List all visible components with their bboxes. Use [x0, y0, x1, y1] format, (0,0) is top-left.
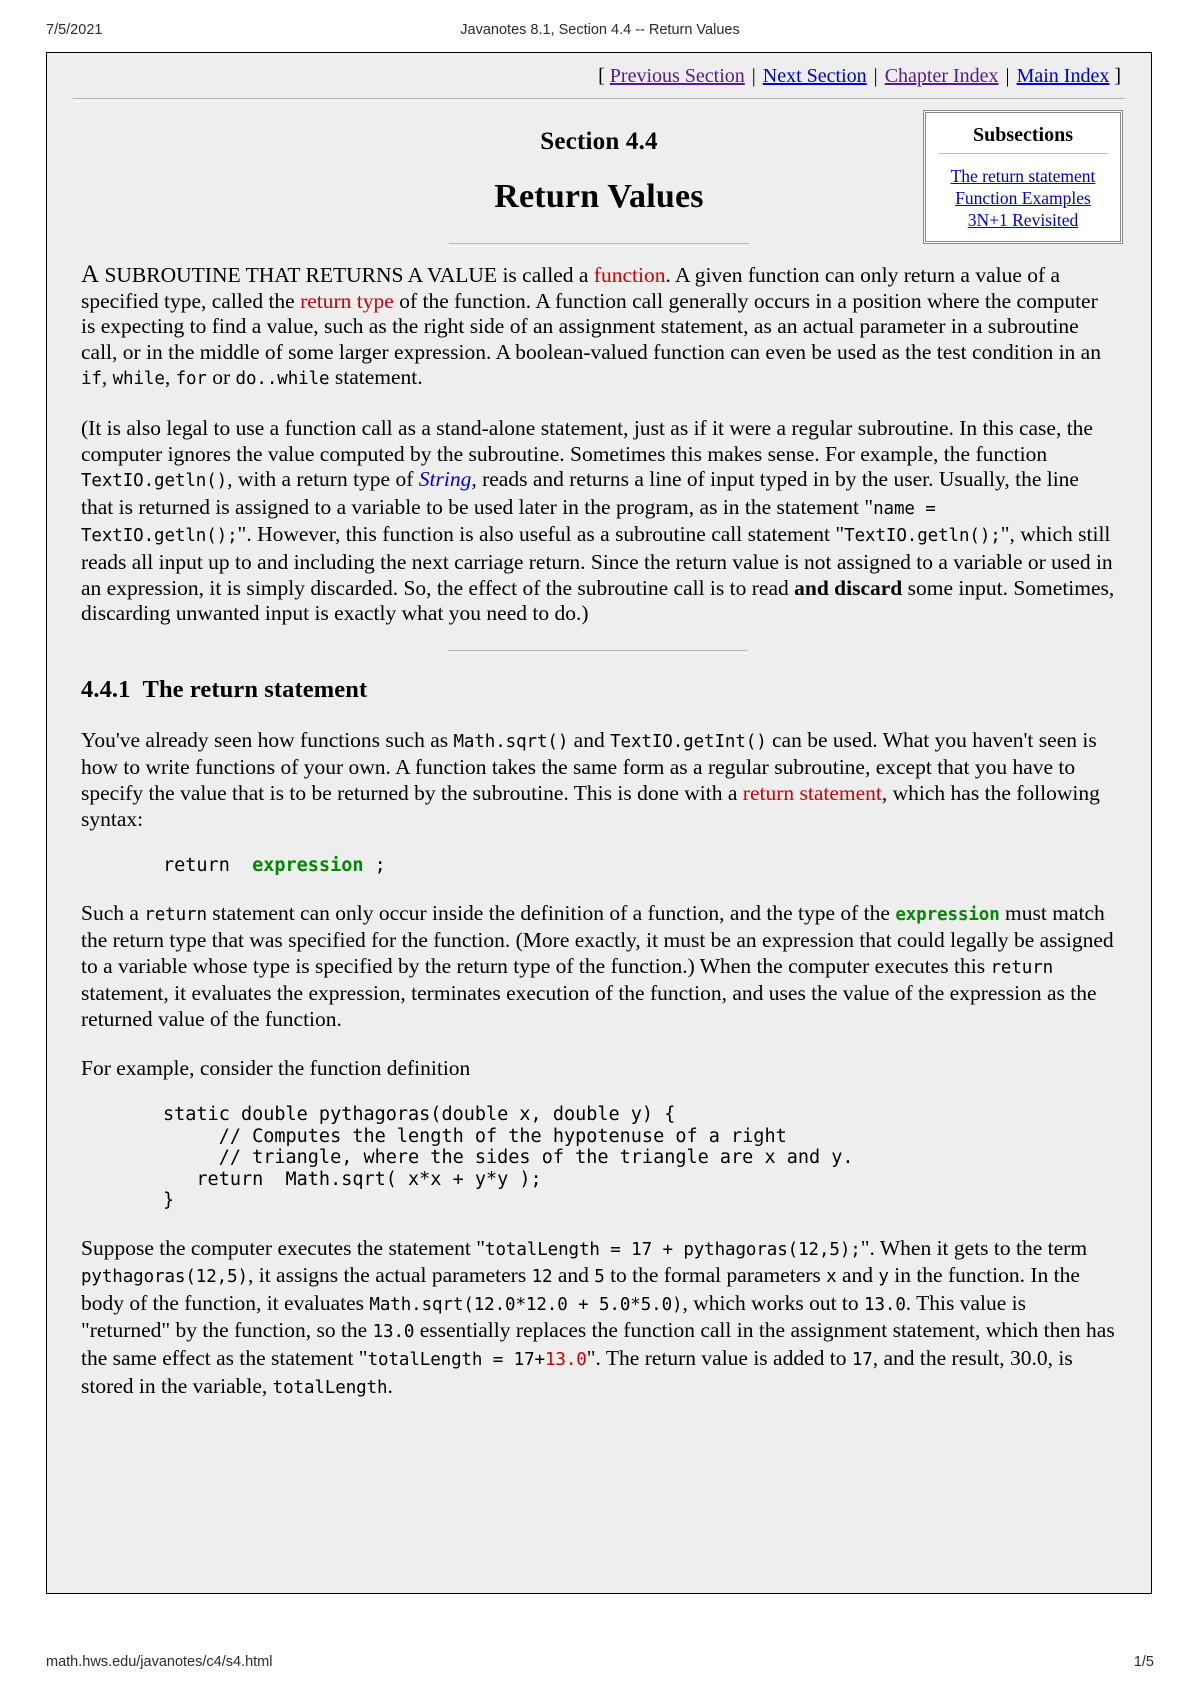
page-content-frame: [ Previous Section | Next Section | Chap…: [46, 52, 1152, 1594]
code-expression-green: expression: [895, 904, 1000, 925]
intro-text-1: is called a: [497, 263, 594, 287]
nav-link-chapter-index[interactable]: Chapter Index: [885, 65, 999, 87]
emphasis-and-discard: and discard: [794, 575, 903, 600]
subsection-heading-4-4-1: 4.4.1 The return statement: [81, 676, 1115, 704]
nav-link-next-section[interactable]: Next Section: [763, 65, 867, 87]
article-body: A SUBROUTINE THAT RETURNS A VALUE is cal…: [73, 262, 1125, 1401]
section-navigation-bar: [ Previous Section | Next Section | Chap…: [73, 53, 1125, 88]
subsections-heading: Subsections: [972, 124, 1074, 146]
s1p4-text-5: to the formal parameters: [604, 1263, 827, 1288]
subsections-item-2: Function Examples: [932, 187, 1114, 209]
subsections-box: Subsections The return statement Functio…: [923, 110, 1123, 244]
print-header: 7/5/2021 Javanotes 8.1, Section 4.4 -- R…: [0, 22, 1200, 42]
nav-open-bracket: [: [598, 65, 605, 87]
s1p4-text-1: Suppose the computer executes the statem…: [81, 1235, 486, 1260]
s1p1-text-1: You've already seen how functions such a…: [81, 727, 454, 752]
subsections-item-1: The return statement: [932, 165, 1114, 187]
s1p4-text-8: , which works out to: [682, 1290, 865, 1315]
s1p4-text-2: ". When it gets to the term: [860, 1235, 1088, 1260]
subsection-title: The return statement: [142, 675, 368, 703]
code-math-sqrt: Math.sqrt(): [453, 731, 569, 752]
code-textio-getln-call: TextIO.getln(): [81, 471, 228, 492]
code-var-x: x: [826, 1267, 837, 1288]
syntax-keyword-return: return: [163, 855, 253, 877]
code-textio-getint: TextIO.getInt(): [610, 731, 767, 752]
intro-text-4: ,: [101, 365, 113, 390]
s1-paragraph-4: Suppose the computer executes the statem…: [81, 1236, 1115, 1402]
intro-text-5: ,: [164, 365, 176, 390]
code-result-13-b: 13.0: [372, 1322, 415, 1343]
code-return-2: return: [990, 957, 1054, 978]
subsections-divider: [938, 153, 1108, 157]
p2-text-4: ". However, this function is also useful…: [237, 522, 845, 547]
code-var-totallength: totalLength: [272, 1377, 388, 1398]
term-return-type: return type: [300, 288, 394, 313]
s1-paragraph-3: For example, consider the function defin…: [81, 1055, 471, 1080]
code-pythagoras-call: pythagoras(12,5): [81, 1267, 248, 1288]
subsections-item-3: 3N+1 Revisited: [932, 209, 1114, 231]
code-value-17: 17: [851, 1350, 873, 1371]
print-document-title: Javanotes 8.1, Section 4.4 -- Return Val…: [460, 22, 740, 38]
subsection-number: 4.4.1: [81, 675, 131, 703]
print-page-number: 1/5: [1133, 1654, 1154, 1670]
intro-paragraph-2: (It is also legal to use a function call…: [81, 416, 1115, 627]
code-return-1: return: [144, 904, 207, 925]
code-do-while: do..while: [235, 369, 330, 390]
subsection-link-function-examples[interactable]: Function Examples: [955, 188, 1091, 208]
s1p4-text-3: , it assigns the actual parameters: [247, 1263, 532, 1288]
s1-paragraph-1: You've already seen how functions such a…: [81, 728, 1115, 832]
p2-text-1: (It is also legal to use a function call…: [81, 415, 1093, 466]
s1-paragraph-2: Such a return statement can only occur i…: [81, 901, 1115, 1033]
code-var-y: y: [878, 1267, 889, 1288]
title-block: Section 4.4 Return Values Subsections Th…: [73, 102, 1125, 262]
intro-small-caps: SUBROUTINE THAT RETURNS A VALUE: [99, 263, 498, 287]
term-function: function: [593, 263, 666, 287]
intro-text-6: or: [206, 365, 236, 390]
link-string-type[interactable]: String: [419, 467, 472, 491]
subsection-link-return-statement[interactable]: The return statement: [951, 166, 1096, 186]
syntax-code-block: return expression ;: [163, 855, 1115, 877]
nav-link-previous-section[interactable]: Previous Section: [610, 65, 745, 87]
code-while: while: [112, 369, 165, 390]
s1p4-text-6: and: [836, 1263, 879, 1288]
s1p2-text-4: statement, it evaluates the expression, …: [81, 981, 1097, 1031]
code-totallength-stmt: totalLength = 17 + pythagoras(12,5);: [485, 1239, 861, 1260]
subsection-link-3n-plus-1-revisited[interactable]: 3N+1 Revisited: [968, 210, 1079, 230]
s1p2-text-2: statement can only occur inside the defi…: [206, 900, 896, 925]
code-math-sqrt-eval: Math.sqrt(12.0*12.0 + 5.0*5.0): [369, 1294, 683, 1315]
syntax-placeholder-expression: expression: [252, 855, 364, 877]
section-divider: [448, 649, 748, 654]
code-for: for: [175, 369, 207, 390]
intro-paragraph-1: A SUBROUTINE THAT RETURNS A VALUE is cal…: [81, 262, 1115, 393]
syntax-semicolon: ;: [363, 855, 386, 877]
print-source-url: math.hws.edu/javanotes/c4/s4.html: [46, 1654, 273, 1670]
nav-separator-2: |: [873, 65, 878, 87]
s1p2-text-1: Such a: [81, 900, 145, 925]
intro-text-7: statement.: [329, 365, 423, 390]
code-totallength-sum: totalLength = 17+: [367, 1350, 546, 1371]
term-return-statement: return statement: [742, 780, 882, 805]
drop-cap: A: [81, 261, 100, 288]
print-footer: math.hws.edu/javanotes/c4/s4.html 1/5: [0, 1654, 1200, 1674]
s1p4-text-11: ". The return value is added to: [586, 1346, 852, 1371]
code-result-13-highlight: 13.0: [545, 1350, 587, 1371]
code-if: if: [81, 369, 102, 390]
code-textio-getln-stmt: TextIO.getln();: [844, 526, 1001, 547]
nav-separator-1: |: [751, 65, 756, 87]
title-divider: [449, 243, 749, 247]
s1p1-text-2: and: [568, 727, 611, 752]
code-param-5: 5: [594, 1267, 605, 1288]
code-param-12: 12: [531, 1267, 553, 1288]
nav-link-main-index[interactable]: Main Index: [1017, 65, 1110, 87]
s1p4-text-4: and: [552, 1263, 595, 1288]
s1p4-text-13: .: [387, 1373, 393, 1398]
nav-close-bracket: ]: [1114, 65, 1121, 87]
nav-separator-3: |: [1005, 65, 1010, 87]
pythagoras-code-block: static double pythagoras(double x, doubl…: [163, 1104, 854, 1212]
p2-text-2: , with a return type of: [227, 467, 419, 492]
code-result-13-a: 13.0: [864, 1294, 906, 1315]
